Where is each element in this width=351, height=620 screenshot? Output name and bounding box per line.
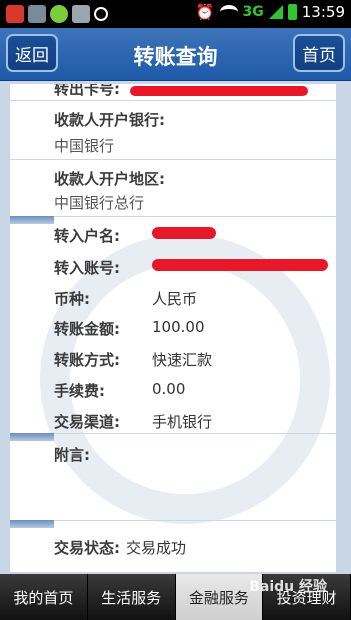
- side-accent: [10, 433, 54, 441]
- baidu-watermark: Baidu 经验: [249, 579, 327, 595]
- nav-life-services[interactable]: 生活服务: [88, 574, 176, 620]
- redaction-mark: [152, 259, 328, 271]
- sogou-icon: [6, 5, 24, 23]
- transfer-detail-card[interactable]: 转出卡号: 收款人开户银行: 中国银行 收款人开户地区: 中国银行总行 转入户名…: [10, 84, 336, 572]
- channel-label: 交易渠道:: [54, 413, 120, 431]
- fee-value: 0.00: [152, 380, 186, 398]
- remark-label: 附言:: [54, 446, 90, 464]
- home-button[interactable]: 首页: [293, 34, 345, 72]
- amount-label: 转账金额:: [54, 320, 120, 338]
- section-remark: 附言:: [10, 433, 336, 521]
- status-value: 交易成功: [126, 539, 187, 557]
- redaction-mark: [130, 86, 308, 96]
- section-payee-region: 收款人开户地区: 中国银行总行: [10, 160, 336, 217]
- network-type: 3G: [242, 4, 264, 20]
- payee-account-label: 转入账号:: [54, 259, 120, 277]
- pin-icon: [94, 7, 108, 21]
- status-bar: ⏰ 3G 13:59: [0, 0, 351, 28]
- signal-icon: [268, 5, 283, 19]
- section-payout-card: 转出卡号:: [10, 84, 336, 101]
- section-payee-bank: 收款人开户银行: 中国银行: [10, 101, 336, 160]
- section-status: 交易状态: 交易成功: [10, 520, 336, 572]
- storage-icon: [72, 5, 90, 23]
- clock: 13:59: [301, 3, 345, 21]
- payout-card-label: 转出卡号:: [54, 84, 120, 98]
- title-bar: 返回 转账查询 首页: [0, 28, 351, 81]
- transfer-method-label: 转账方式:: [54, 351, 120, 369]
- redaction-mark: [152, 227, 216, 239]
- currency-label: 币种:: [54, 290, 90, 308]
- payee-name-label: 转入户名:: [54, 227, 120, 245]
- side-accent: [10, 216, 54, 224]
- section-transfer-info: 转入户名: 转入账号: 币种: 人民币 转账金额: 100.00 转账方式: 快…: [10, 216, 336, 434]
- alarm-icon: ⏰: [195, 3, 215, 21]
- payee-bank-label: 收款人开户银行:: [54, 111, 165, 129]
- payee-bank-value: 中国银行: [54, 137, 115, 155]
- payee-region-value: 中国银行总行: [54, 194, 145, 212]
- channel-value: 手机银行: [152, 413, 213, 431]
- status-label: 交易状态:: [54, 539, 120, 557]
- transfer-method-value: 快速汇款: [152, 351, 213, 369]
- gallery-icon: [28, 5, 46, 23]
- payee-region-label: 收款人开户地区:: [54, 170, 165, 188]
- currency-value: 人民币: [152, 290, 198, 308]
- fee-label: 手续费:: [54, 382, 105, 400]
- android-icon: [50, 5, 68, 23]
- battery-icon: [287, 4, 297, 20]
- amount-value: 100.00: [152, 318, 205, 336]
- side-accent: [10, 520, 54, 528]
- wifi-icon: [219, 5, 238, 19]
- nav-my-home[interactable]: 我的首页: [0, 574, 88, 620]
